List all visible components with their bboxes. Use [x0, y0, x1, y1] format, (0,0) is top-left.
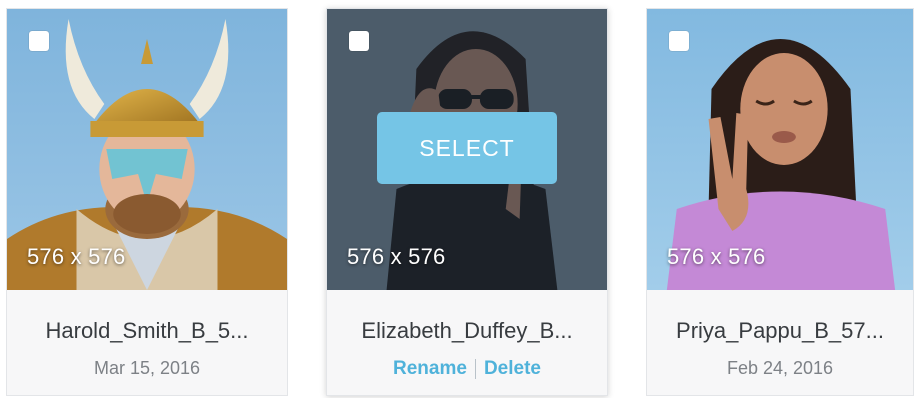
file-name: Harold_Smith_B_5... — [45, 318, 249, 343]
image-thumbnail[interactable]: 576 x 576 — [647, 9, 913, 290]
image-card[interactable]: 576 x 576 Priya_Pappu_B_57... Feb 24, 20… — [646, 8, 914, 396]
file-date: Mar 15, 2016 — [93, 358, 201, 378]
image-card[interactable]: 576 x 576 Harold_Smith_B_5... Mar 15, 20… — [6, 8, 288, 396]
select-button[interactable]: SELECT — [377, 112, 557, 184]
card-meta: Elizabeth_Duffey_B... Rename Delete — [327, 290, 607, 395]
image-thumbnail[interactable]: SELECT 576 x 576 — [327, 9, 607, 290]
card-actions: Rename Delete — [327, 358, 607, 380]
select-checkbox[interactable] — [349, 31, 369, 51]
delete-link[interactable]: Delete — [484, 358, 541, 380]
image-thumbnail[interactable]: 576 x 576 — [7, 9, 287, 290]
file-name: Priya_Pappu_B_57... — [676, 318, 884, 343]
actions-divider — [474, 359, 476, 379]
image-dimensions: 576 x 576 — [27, 244, 126, 269]
file-name: Elizabeth_Duffey_B... — [361, 318, 573, 343]
image-dimensions: 576 x 576 — [667, 244, 766, 269]
file-date: Feb 24, 2016 — [726, 358, 834, 378]
card-meta: Harold_Smith_B_5... Mar 15, 2016 — [7, 290, 287, 395]
image-dimensions: 576 x 576 — [347, 244, 446, 269]
image-card-hovered[interactable]: SELECT 576 x 576 Elizabeth_Duffey_B... R… — [326, 8, 608, 396]
select-checkbox[interactable] — [29, 31, 49, 51]
card-meta: Priya_Pappu_B_57... Feb 24, 2016 — [647, 290, 913, 395]
select-checkbox[interactable] — [669, 31, 689, 51]
rename-link[interactable]: Rename — [393, 358, 467, 380]
image-grid: 576 x 576 Harold_Smith_B_5... Mar 15, 20… — [0, 0, 917, 398]
